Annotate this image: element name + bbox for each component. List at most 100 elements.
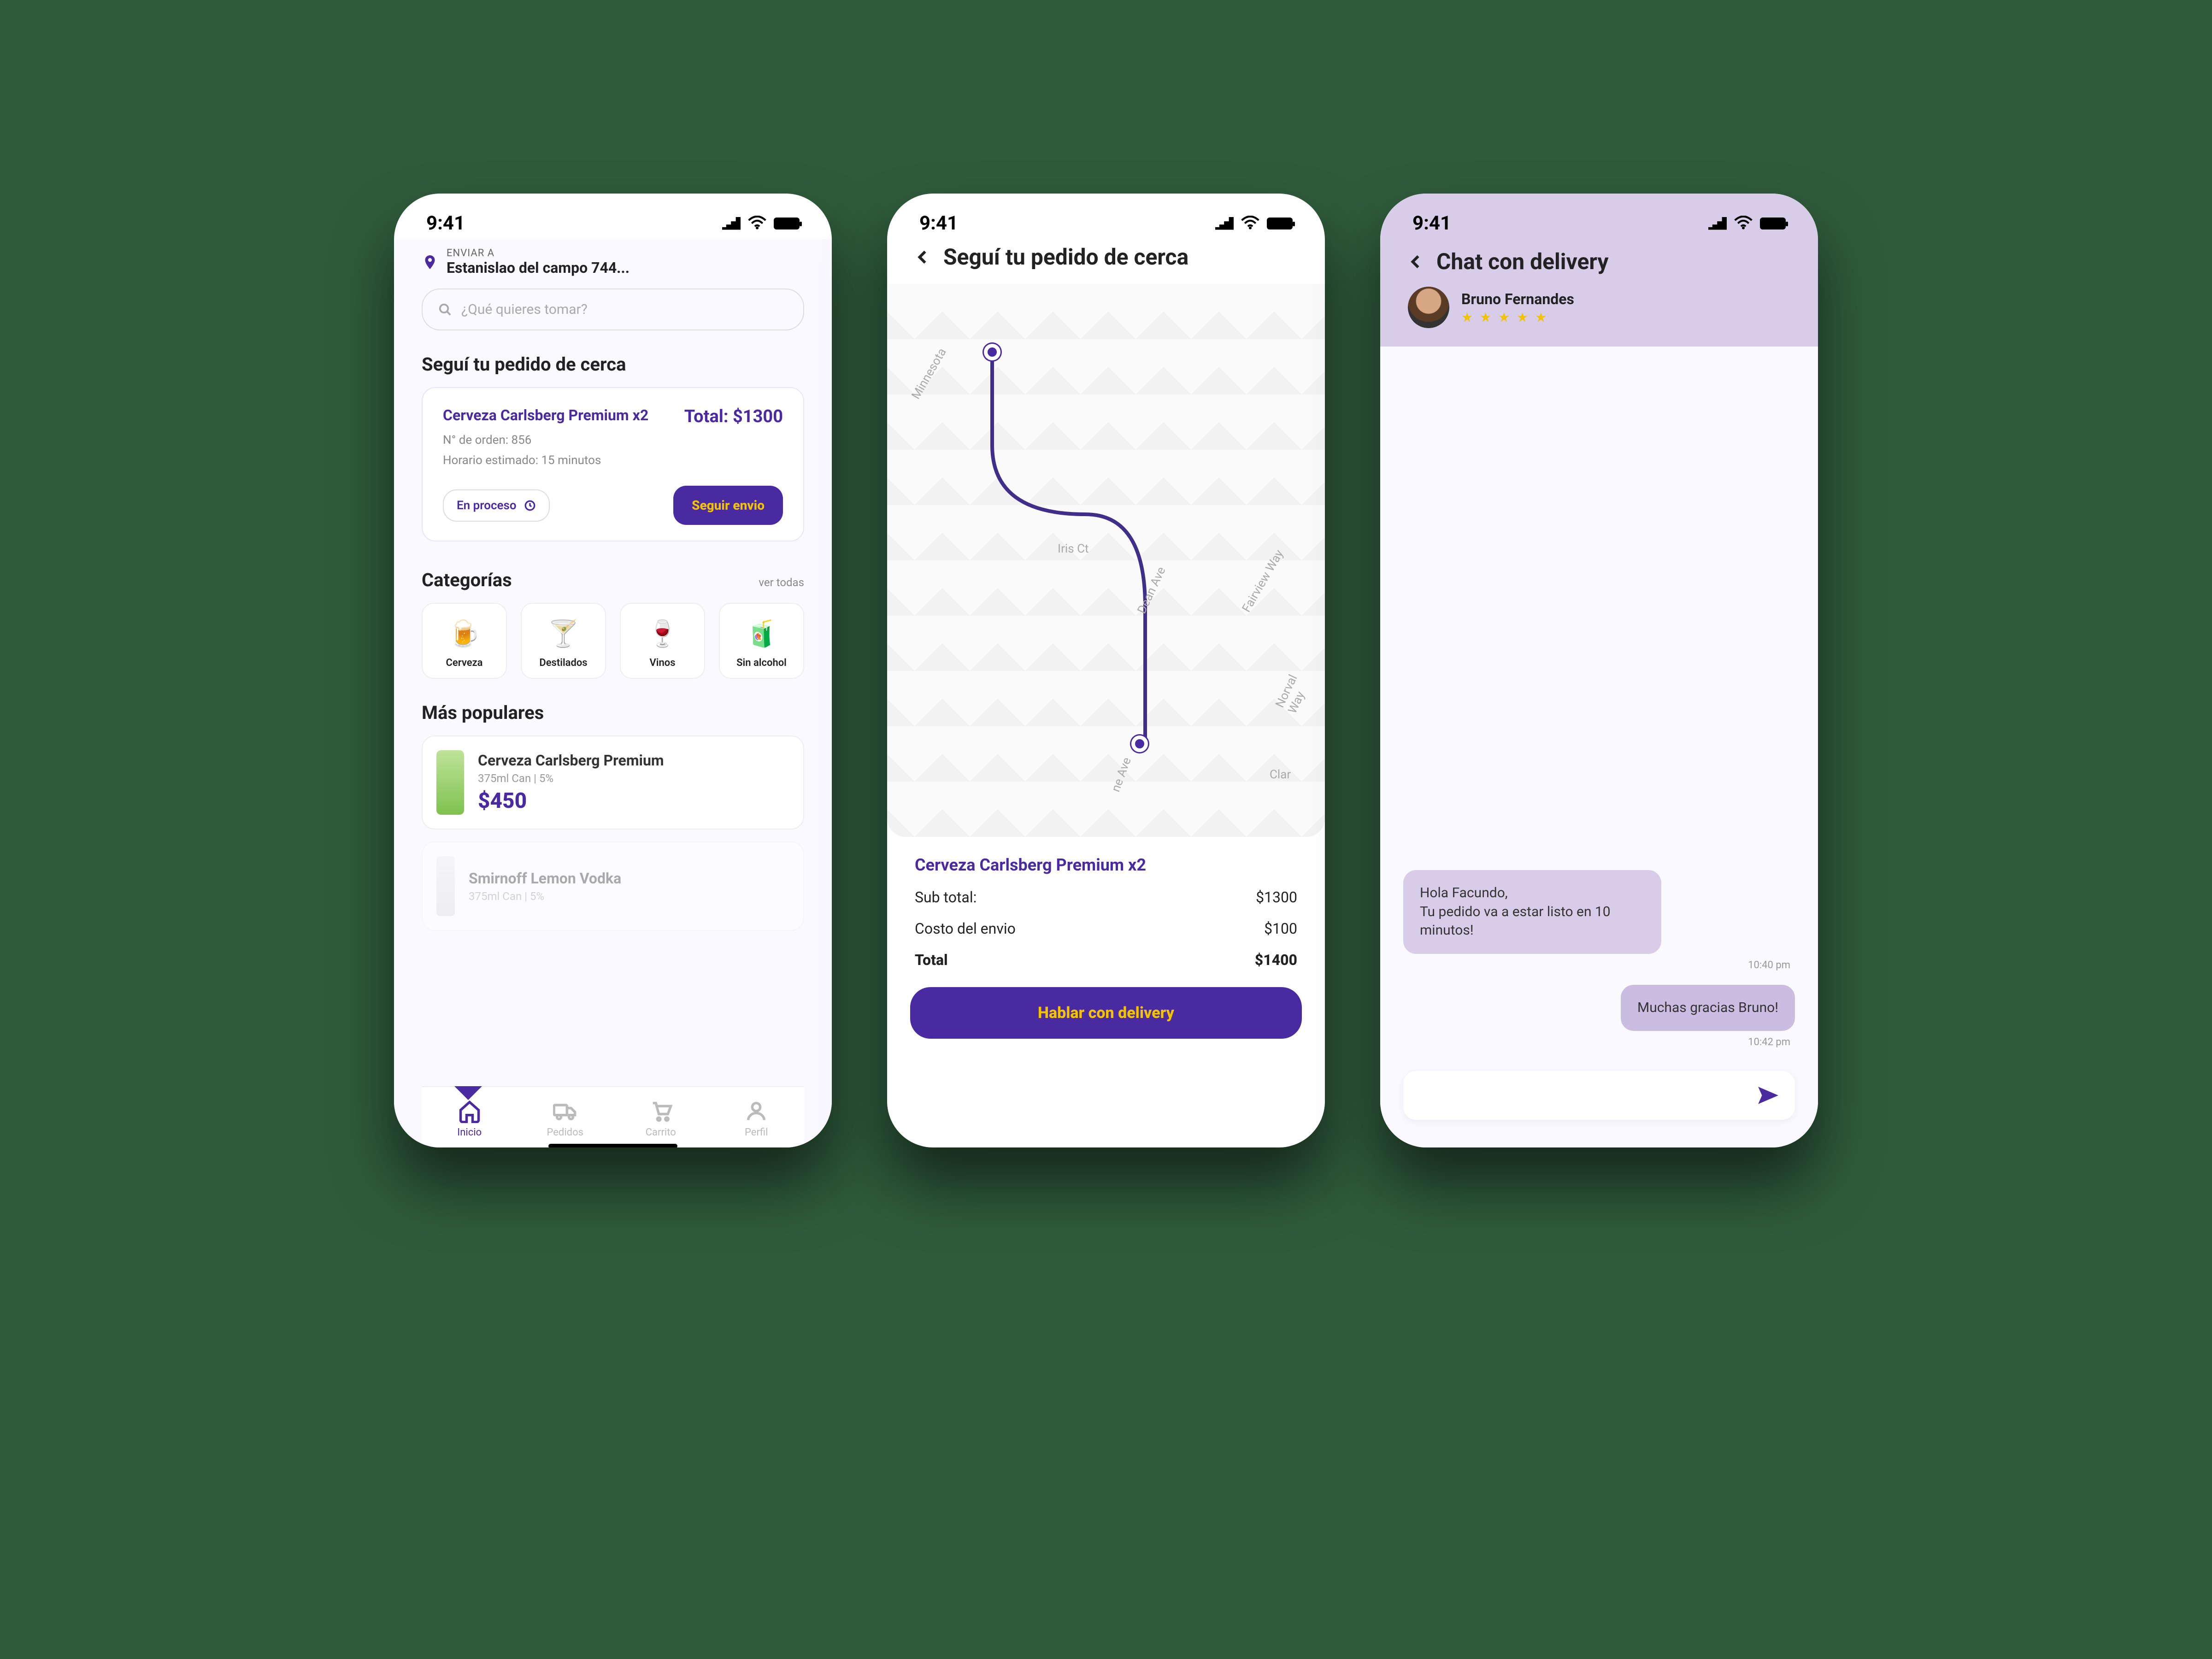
home-screen: 9:41 ENVIAR A Estanislao del campo 744..… xyxy=(394,194,832,1147)
wifi-icon xyxy=(748,212,766,235)
product-image xyxy=(436,750,464,815)
tracking-screen: 9:41 Seguí tu pedido de cerca Minnesota … xyxy=(887,194,1325,1147)
tab-label: Inicio xyxy=(457,1127,482,1138)
status-indicators xyxy=(1708,212,1786,235)
signal-icon xyxy=(1215,217,1234,230)
category-sin-alcohol[interactable]: 🧃 Sin alcohol xyxy=(719,603,804,679)
street-label: Clar xyxy=(1270,768,1291,782)
destination-marker xyxy=(1131,735,1148,752)
send-button[interactable] xyxy=(1756,1084,1779,1107)
back-button[interactable] xyxy=(915,249,931,265)
signal-icon xyxy=(722,217,741,230)
bottom-tabbar: Inicio Pedidos Carrito Perfil xyxy=(422,1086,804,1147)
message-composer[interactable] xyxy=(1403,1071,1795,1120)
message-outgoing: Muchas gracias Bruno! xyxy=(1621,985,1795,1031)
street-label: Iris Ct xyxy=(1058,542,1089,556)
page-title: Seguí tu pedido de cerca xyxy=(943,244,1188,270)
categories-heading: Categorías xyxy=(422,569,512,591)
delivery-address[interactable]: ENVIAR A Estanislao del campo 744... xyxy=(422,247,804,276)
address-text: Estanislao del campo 744... xyxy=(447,259,629,276)
search-input[interactable]: ¿Qué quieres tomar? xyxy=(422,288,804,330)
status-indicators xyxy=(722,212,800,235)
shipping-label: Costo del envio xyxy=(915,920,1016,937)
pin-icon xyxy=(422,254,438,271)
wine-icon: 🍷 xyxy=(647,618,679,650)
home-icon xyxy=(458,1099,482,1123)
tab-label: Pedidos xyxy=(547,1127,583,1138)
profile-icon xyxy=(744,1099,768,1123)
order-title: Cerveza Carlsberg Premium x2 xyxy=(443,406,648,427)
chat-screen: 9:41 Chat con delivery Bruno Fernandes ★… xyxy=(1380,194,1818,1147)
tab-perfil[interactable]: Perfil xyxy=(709,1099,805,1138)
category-label: Sin alcohol xyxy=(736,657,787,669)
product-card-carlsberg[interactable]: Cerveza Carlsberg Premium 375ml Can | 5%… xyxy=(422,735,804,830)
cocktail-icon: 🍸 xyxy=(547,618,580,650)
tab-indicator xyxy=(454,1086,482,1100)
order-total: Total: $1300 xyxy=(684,406,783,427)
wifi-icon xyxy=(1734,212,1753,235)
order-status-text: En proceso xyxy=(457,499,517,512)
follow-order-heading: Seguí tu pedido de cerca xyxy=(422,353,804,375)
driver-name: Bruno Fernandes xyxy=(1461,290,1574,308)
status-bar: 9:41 xyxy=(887,194,1325,239)
tab-carrito[interactable]: Carrito xyxy=(613,1099,709,1138)
status-time: 9:41 xyxy=(426,212,465,235)
category-label: Cerveza xyxy=(446,657,483,669)
subtotal-value: $1300 xyxy=(1256,888,1297,906)
product-card-smirnoff[interactable]: Smirnoff Lemon Vodka 375ml Can | 5% xyxy=(422,841,804,931)
battery-icon xyxy=(1267,218,1293,229)
total-value: $1400 xyxy=(1255,951,1297,969)
message-time: 10:40 pm xyxy=(1748,959,1790,971)
back-button[interactable] xyxy=(1408,253,1424,270)
message-incoming: Hola Facundo, Tu pedido va a estar listo… xyxy=(1403,870,1661,954)
product-name: Smirnoff Lemon Vodka xyxy=(469,870,621,887)
status-bar: 9:41 xyxy=(1380,194,1818,239)
product-meta: 375ml Can | 5% xyxy=(469,890,621,903)
status-bar: 9:41 xyxy=(394,194,832,239)
popular-heading: Más populares xyxy=(422,702,804,724)
clock-icon xyxy=(524,500,536,512)
product-image xyxy=(436,856,455,916)
total-label: Total xyxy=(915,951,948,969)
wifi-icon xyxy=(1241,212,1259,235)
follow-order-button[interactable]: Seguir envio xyxy=(673,486,783,525)
tab-inicio[interactable]: Inicio xyxy=(422,1099,518,1138)
category-label: Vinos xyxy=(649,657,675,669)
tab-label: Carrito xyxy=(646,1127,676,1138)
juice-icon: 🧃 xyxy=(746,618,778,650)
tab-label: Perfil xyxy=(745,1127,768,1138)
battery-icon xyxy=(774,218,800,229)
order-status-pill: En proceso xyxy=(443,489,550,522)
signal-icon xyxy=(1708,217,1727,230)
category-label: Destilados xyxy=(539,657,587,669)
enviar-a-label: ENVIAR A xyxy=(447,247,629,259)
see-all-link[interactable]: ver todas xyxy=(759,576,804,589)
truck-icon xyxy=(553,1099,577,1123)
order-eta: Horario estimado: 15 minutos xyxy=(443,453,783,467)
status-indicators xyxy=(1215,212,1293,235)
order-number: N° de orden: 856 xyxy=(443,433,783,447)
chat-messages[interactable]: Hola Facundo, Tu pedido va a estar listo… xyxy=(1380,347,1818,1062)
search-icon xyxy=(438,303,452,317)
driver-avatar xyxy=(1408,287,1449,328)
chat-header: Chat con delivery Bruno Fernandes ★ ★ ★ … xyxy=(1380,239,1818,347)
category-cerveza[interactable]: 🍺 Cerveza xyxy=(422,603,507,679)
order-product-name: Cerveza Carlsberg Premium x2 xyxy=(915,855,1297,875)
cart-icon xyxy=(649,1099,673,1123)
talk-to-delivery-button[interactable]: Hablar con delivery xyxy=(910,987,1302,1039)
message-time: 10:42 pm xyxy=(1748,1036,1790,1048)
search-placeholder: ¿Qué quieres tomar? xyxy=(461,301,588,318)
tab-pedidos[interactable]: Pedidos xyxy=(518,1099,613,1138)
category-destilados[interactable]: 🍸 Destilados xyxy=(521,603,606,679)
subtotal-label: Sub total: xyxy=(915,888,977,906)
page-title: Chat con delivery xyxy=(1436,248,1609,275)
category-vinos[interactable]: 🍷 Vinos xyxy=(620,603,705,679)
battery-icon xyxy=(1760,218,1786,229)
driver-rating: ★ ★ ★ ★ ★ xyxy=(1461,310,1574,325)
origin-marker xyxy=(984,344,1000,360)
status-time: 9:41 xyxy=(1412,212,1451,235)
product-name: Cerveza Carlsberg Premium xyxy=(478,752,664,769)
shipping-value: $100 xyxy=(1264,920,1297,937)
order-card[interactable]: Cerveza Carlsberg Premium x2 Total: $130… xyxy=(422,387,804,541)
tracking-map[interactable]: Minnesota Iris Ct Dean Ave Fairview Way … xyxy=(887,284,1325,837)
